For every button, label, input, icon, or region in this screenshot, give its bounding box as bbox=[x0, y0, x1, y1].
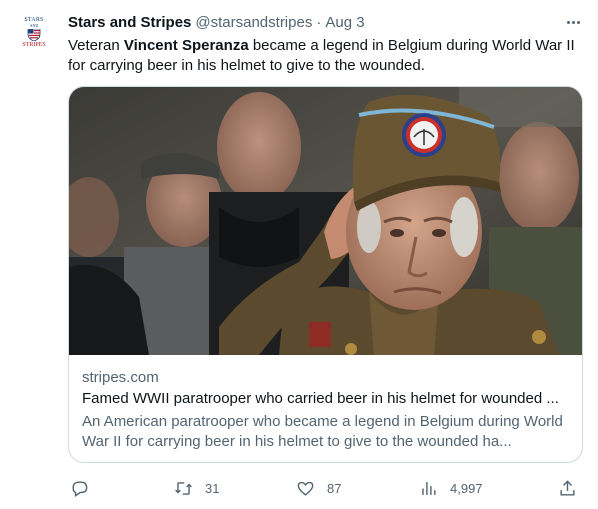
avatar-text-bottom: STRIPES bbox=[22, 41, 46, 48]
retweet-button[interactable]: 31 bbox=[174, 474, 219, 502]
reply-icon bbox=[72, 480, 88, 497]
avatar-text-mid: AND bbox=[29, 22, 39, 28]
more-options-icon[interactable] bbox=[562, 12, 584, 32]
like-count: 87 bbox=[327, 480, 342, 496]
share-button[interactable] bbox=[558, 474, 577, 502]
views-count: 4,997 bbox=[450, 480, 483, 496]
tweet-date[interactable]: Aug 3 bbox=[325, 14, 364, 31]
account-name[interactable]: Stars and Stripes bbox=[68, 14, 191, 31]
tweet-header: Stars and Stripes @starsandstripes · Aug… bbox=[68, 12, 365, 32]
tweet[interactable]: STARS AND STRIPES Stars and Stripes @sta… bbox=[0, 0, 598, 509]
card-domain: stripes.com bbox=[82, 369, 159, 386]
card-title[interactable]: Famed WWII paratrooper who carried beer … bbox=[82, 390, 572, 407]
reply-button[interactable] bbox=[70, 474, 101, 502]
tweet-text-bold: Vincent Speranza bbox=[123, 37, 249, 54]
tweet-text-start: Veteran bbox=[68, 37, 124, 54]
tweet-text: Veteran Vincent Speranza became a legend… bbox=[68, 36, 588, 76]
avatar[interactable]: STARS AND STRIPES bbox=[14, 12, 54, 52]
views-icon bbox=[422, 481, 436, 495]
stars-stripes-logo-icon bbox=[27, 28, 41, 41]
tweet-actions: 31 87 4,997 bbox=[68, 474, 588, 502]
card-description: An American paratrooper who became a leg… bbox=[82, 413, 563, 450]
heart-icon bbox=[297, 481, 314, 496]
retweet-icon bbox=[175, 481, 192, 495]
account-handle[interactable]: @starsandstripes bbox=[195, 14, 312, 31]
separator-dot: · bbox=[316, 13, 322, 31]
retweet-count: 31 bbox=[205, 480, 220, 496]
share-icon bbox=[560, 479, 575, 496]
views-button[interactable]: 4,997 bbox=[419, 474, 483, 502]
card-image[interactable] bbox=[69, 87, 583, 355]
like-button[interactable]: 87 bbox=[296, 474, 341, 502]
link-card[interactable]: stripes.com Famed WWII paratrooper who c… bbox=[68, 86, 583, 463]
